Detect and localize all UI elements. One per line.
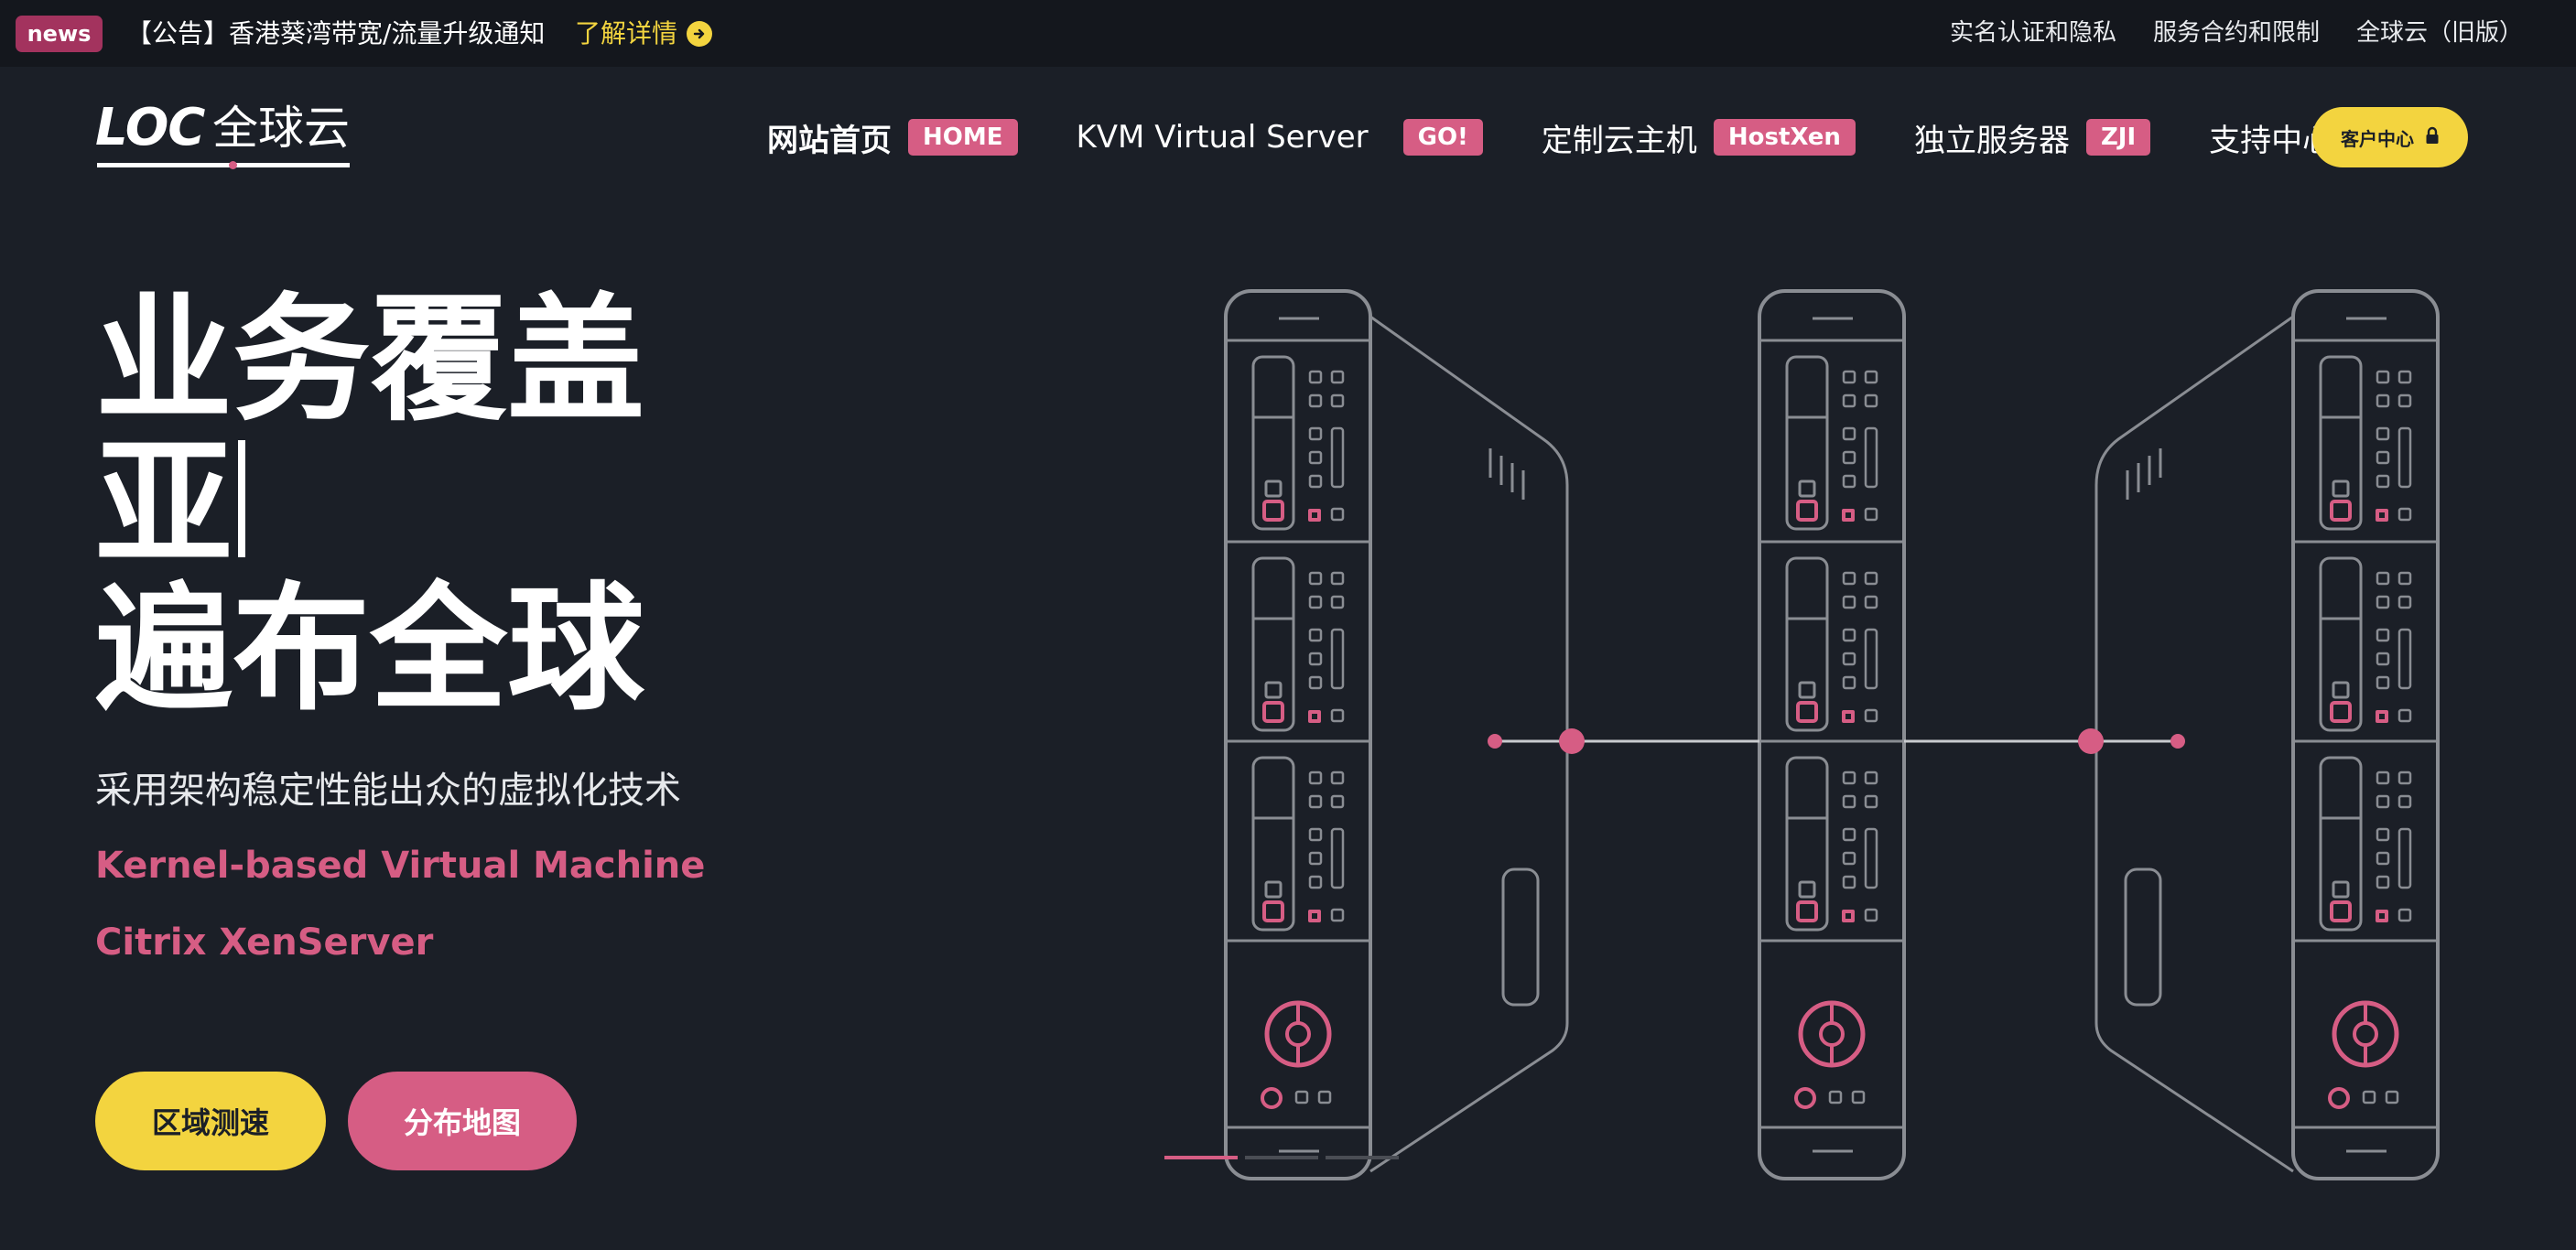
- hero-title-line3: 遍布全球: [95, 570, 645, 729]
- nav-label: 网站首页: [767, 122, 892, 159]
- server-rack-right: [2293, 291, 2438, 1179]
- announcement-bar: news 【公告】香港葵湾带宽/流量升级通知 了解详情 实名认证和隐私 服务合约…: [0, 0, 2576, 67]
- nav-tag: ZJI: [2085, 119, 2151, 156]
- nav-label: KVM Virtual Server: [1076, 119, 1369, 156]
- client-center-button[interactable]: 客户中心: [2312, 107, 2468, 167]
- nav-tag: HOME: [908, 119, 1018, 156]
- announcement-details-label: 了解详情: [575, 18, 678, 48]
- arrow-right-circle-icon: [687, 21, 713, 47]
- nav-label: 定制云主机: [1541, 122, 1697, 159]
- top-link-verification[interactable]: 实名认证和隐私: [1950, 16, 2116, 49]
- top-utility-links: 实名认证和隐私 服务合约和限制 全球云（旧版）: [1950, 16, 2523, 49]
- logo-underline: [97, 163, 350, 167]
- nav-tag: HostXen: [1713, 119, 1856, 156]
- slider-pagination: [1164, 1156, 1399, 1159]
- hero-subtitle: 采用架构稳定性能出众的虚拟化技术: [95, 770, 681, 812]
- typing-caret: [238, 440, 246, 557]
- hero-tech-kvm: Kernel-based Virtual Machine: [95, 845, 706, 887]
- announcement-details-link[interactable]: 了解详情: [575, 16, 713, 51]
- nav-item-custom-cloud[interactable]: 定制云主机 HostXen: [1542, 115, 1856, 160]
- logo-dot: [229, 161, 237, 169]
- logo-brand: LOC: [95, 98, 205, 157]
- hero-title-line2: 亚: [95, 433, 754, 577]
- nav-tag: GO!: [1402, 119, 1483, 156]
- server-rack-left: [1226, 291, 1370, 1179]
- main-nav: 网站首页 HOME KVM Virtual Server GO! 定制云主机 H…: [767, 110, 2333, 165]
- slider-dot-active: [1164, 1156, 1238, 1159]
- logo-cn-text: 全球云: [212, 102, 350, 155]
- top-link-legacy[interactable]: 全球云（旧版）: [2356, 16, 2523, 49]
- hero-title-typed: 亚: [95, 426, 233, 585]
- speed-test-button[interactable]: 区域测速: [95, 1072, 326, 1170]
- hero-title-line1: 业务覆盖: [95, 281, 645, 440]
- nav-label: 独立服务器: [1913, 122, 2070, 159]
- lock-icon: [2425, 126, 2440, 149]
- slider-dot: [1245, 1156, 1318, 1159]
- distribution-map-button[interactable]: 分布地图: [348, 1072, 577, 1170]
- nav-item-dedicated[interactable]: 独立服务器 ZJI: [1913, 115, 2151, 160]
- site-logo[interactable]: LOC 全球云: [95, 99, 352, 172]
- hero-tech-xen: Citrix XenServer: [95, 921, 434, 964]
- nav-item-home[interactable]: 网站首页 HOME: [767, 115, 1018, 160]
- server-rack-middle: [1759, 291, 1904, 1179]
- hero-title: 业务覆盖 亚 遍布全球: [95, 288, 754, 722]
- nav-item-kvm[interactable]: KVM Virtual Server GO!: [1077, 119, 1483, 156]
- slider-dot: [1326, 1156, 1399, 1159]
- top-link-terms[interactable]: 服务合约和限制: [2153, 16, 2320, 49]
- announcement-text[interactable]: 【公告】香港葵湾带宽/流量升级通知: [126, 16, 545, 51]
- client-center-label: 客户中心: [2341, 127, 2414, 150]
- server-rack-illustration: [1153, 275, 2453, 1190]
- news-badge: news: [16, 16, 103, 52]
